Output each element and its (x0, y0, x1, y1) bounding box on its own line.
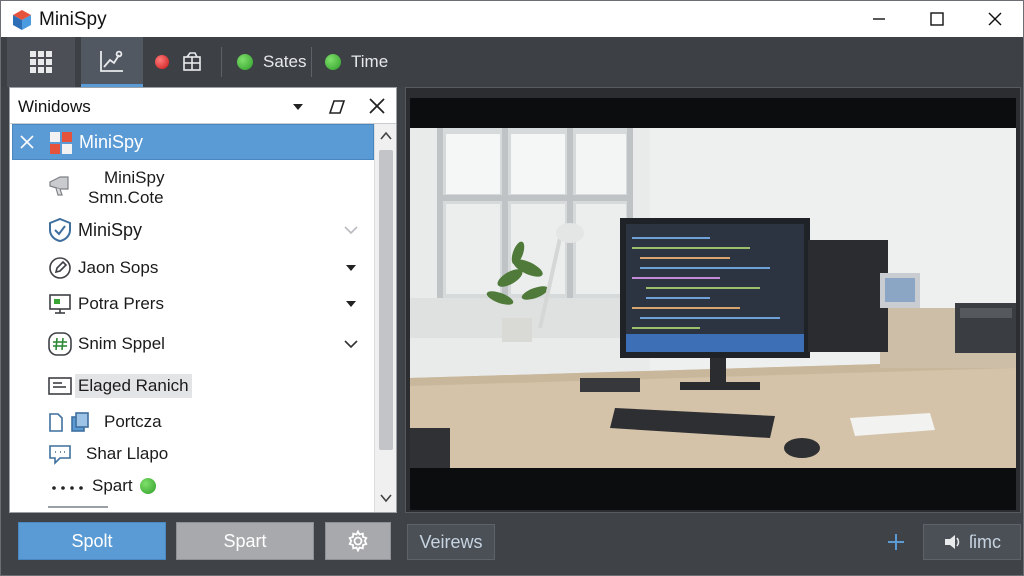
shield-icon (46, 216, 74, 244)
windows-panel: Winidows MiniSpy MiniSpy Smn.Cote MiniSp… (9, 87, 397, 513)
triangle-down-icon[interactable] (342, 295, 360, 313)
tree-item-potra-prers[interactable]: Potra Prers (12, 286, 374, 322)
tree-item-label: Jaon Sops (78, 258, 159, 277)
pin-icon[interactable] (326, 95, 348, 117)
hash-circle-icon (46, 330, 74, 358)
close-panel-icon[interactable] (366, 95, 388, 117)
close-icon (988, 12, 1002, 26)
toolbar-divider (311, 47, 312, 77)
megaphone-icon (46, 171, 74, 199)
views-button[interactable]: Veirews (407, 524, 495, 560)
app-grid-icon (47, 129, 75, 157)
tree-item-partial (12, 504, 374, 512)
scroll-down-icon[interactable] (378, 490, 394, 506)
maximize-button[interactable] (909, 1, 965, 37)
files-icon (46, 408, 94, 436)
chart-icon (100, 50, 123, 72)
plus-icon (888, 534, 904, 550)
tree-item-label: Potra Prers (78, 294, 164, 313)
tree-item-portcza[interactable]: Portcza (12, 406, 374, 438)
panel-header: Winidows (10, 88, 396, 124)
app-window: MiniSpy Sates Time Winidows MiniSpy Mini… (0, 0, 1024, 576)
partial-row-marker (48, 506, 108, 512)
start-button[interactable]: Spolt (18, 522, 166, 560)
minimize-button[interactable] (851, 1, 907, 37)
monitor-icon (46, 290, 74, 318)
chevron-down-icon[interactable] (342, 221, 360, 239)
tree-item-sublabel: Smn.Cote (88, 188, 164, 207)
scroll-up-icon[interactable] (378, 128, 394, 144)
record-button[interactable] (151, 37, 173, 87)
minimize-icon (873, 18, 885, 20)
tree-scrollbar[interactable] (374, 124, 396, 512)
status-label: Sates (263, 52, 307, 71)
views-button-label: Veirews (419, 531, 483, 552)
tree-item-minispy[interactable]: MiniSpy (12, 124, 374, 160)
monitor-tab-button[interactable] (81, 37, 143, 87)
start-button-label: Spolt (71, 530, 113, 551)
dropdown-triangle-icon[interactable] (288, 96, 308, 116)
panel-title: Winidows (18, 97, 91, 116)
capture-button[interactable] (177, 37, 207, 87)
speaker-icon (945, 535, 960, 549)
chat-icon (46, 440, 74, 468)
office-scene (410, 128, 1016, 468)
edit-circle-icon (46, 254, 74, 282)
tree-item-label: Elaged Ranich (75, 374, 192, 398)
status-sates[interactable]: Sates (237, 37, 306, 87)
stop-button-label: Spart (223, 530, 267, 551)
tree-item-label: Portcza (104, 412, 162, 431)
tree-item-label: MiniSpy (78, 219, 143, 240)
video-panel (405, 87, 1021, 513)
tree-item-spart[interactable]: Spart (12, 470, 374, 502)
window-title: MiniSpy (39, 9, 107, 30)
tree-item-label: MiniSpy (79, 131, 144, 152)
maximize-icon (930, 12, 944, 26)
add-button[interactable] (879, 524, 913, 560)
settings-button[interactable] (325, 522, 391, 560)
camera-feed-image (410, 128, 1016, 468)
status-label: Time (351, 52, 389, 71)
status-dot-icon (325, 54, 341, 70)
tree-item-minispy-shield[interactable]: MiniSpy (12, 212, 374, 248)
tree-item-minispy-smn[interactable]: MiniSpy Smn.Cote (12, 162, 374, 212)
close-window-button[interactable] (967, 1, 1023, 37)
chevron-down-icon[interactable] (342, 335, 360, 353)
status-dot-icon (237, 54, 253, 70)
status-time[interactable]: Time (325, 37, 388, 87)
triangle-down-icon[interactable] (342, 259, 360, 277)
cube-icon (183, 52, 201, 71)
tree-item-label: Spart (92, 476, 133, 495)
toolbar: Sates Time (1, 37, 1023, 87)
tree-item-shar-llapo[interactable]: Shar Llapo (12, 438, 374, 470)
time-button-label: ſimc (969, 531, 1001, 552)
title-bar: MiniSpy (1, 1, 1023, 37)
scroll-thumb[interactable] (379, 150, 393, 450)
dots-icon (48, 474, 88, 502)
stop-button[interactable]: Spart (176, 522, 314, 560)
tree-item-label: Shar Llapo (86, 444, 169, 463)
close-item-icon[interactable] (19, 134, 35, 150)
tree-item-elaged-ranich[interactable]: Elaged Ranich (12, 368, 374, 404)
tree-item-jaon-sops[interactable]: Jaon Sops (12, 250, 374, 286)
tree-item-label: Snim Sppel (78, 334, 165, 353)
gear-icon (348, 530, 368, 552)
window-tree: MiniSpy MiniSpy Smn.Cote MiniSpy Jaon So… (12, 124, 374, 512)
tree-item-snim-sppel[interactable]: Snim Sppel (12, 326, 374, 362)
camera-feed[interactable] (410, 98, 1016, 510)
record-indicator-icon (155, 55, 169, 69)
app-logo-icon (13, 10, 31, 30)
grid-view-button[interactable] (7, 37, 75, 87)
grid-icon (30, 51, 52, 73)
toolbar-divider (221, 47, 222, 77)
tree-item-label: MiniSpy (104, 168, 165, 187)
image-icon (46, 372, 74, 400)
audio-time-button[interactable]: ſimc (923, 524, 1021, 560)
status-dot-icon (140, 478, 156, 494)
